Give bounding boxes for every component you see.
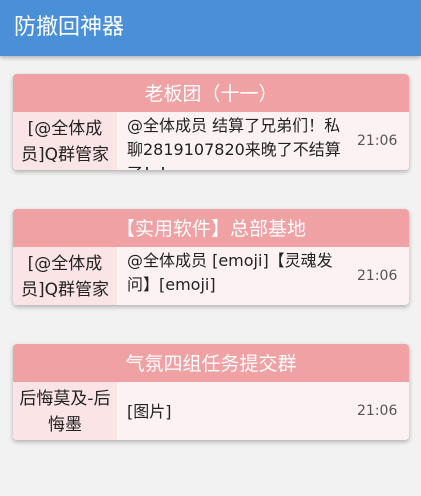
sender-name: 后悔莫及-后悔墨迹-100196 — [13, 382, 117, 440]
app-title: 防撤回神器 — [0, 0, 421, 56]
message-time: 21:06 — [357, 403, 398, 419]
message-time: 21:06 — [357, 133, 398, 149]
sender-name: [@全体成员]Q群管家 — [13, 247, 117, 305]
group-name: 老板团（十一） — [13, 74, 409, 112]
message-row[interactable]: [@全体成员]Q群管家 @全体成员 结算了兄弟们！私聊2819107820来晚了… — [13, 112, 409, 170]
message-row[interactable]: [@全体成员]Q群管家 @全体成员 [emoji]【灵魂发问】[emoji] 2… — [13, 247, 409, 305]
message-row[interactable]: 后悔莫及-后悔墨迹-100196 [图片] 21:06 — [13, 382, 409, 440]
sender-name: [@全体成员]Q群管家 — [13, 112, 117, 170]
message-text: @全体成员 [emoji]【灵魂发问】[emoji] — [127, 251, 333, 294]
message-card[interactable]: 【实用软件】总部基地 [@全体成员]Q群管家 @全体成员 [emoji]【灵魂发… — [13, 209, 409, 305]
message-card[interactable]: 气氛四组任务提交群 后悔莫及-后悔墨迹-100196 [图片] 21:06 — [13, 344, 409, 440]
message-time: 21:06 — [357, 268, 398, 284]
group-name: 气氛四组任务提交群 — [13, 344, 409, 382]
message-text: [图片] — [127, 402, 172, 421]
message-card[interactable]: 老板团（十一） [@全体成员]Q群管家 @全体成员 结算了兄弟们！私聊28191… — [13, 74, 409, 170]
group-name: 【实用软件】总部基地 — [13, 209, 409, 247]
message-text: @全体成员 结算了兄弟们！私聊2819107820来晚了不结算了！！ — [127, 116, 341, 170]
